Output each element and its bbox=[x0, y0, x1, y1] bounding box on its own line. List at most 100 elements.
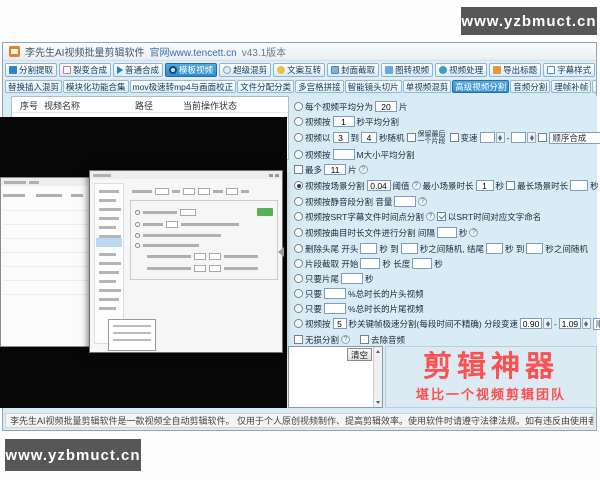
radio-selected[interactable] bbox=[294, 181, 303, 190]
radio[interactable] bbox=[294, 102, 303, 111]
spinner[interactable] bbox=[581, 318, 591, 329]
radio[interactable] bbox=[294, 117, 303, 126]
keep-last-checkbox[interactable] bbox=[406, 133, 416, 142]
mini-input[interactable] bbox=[180, 208, 196, 216]
start-input[interactable] bbox=[360, 258, 381, 269]
scroll-down-icon[interactable] bbox=[376, 401, 380, 404]
close-icon[interactable] bbox=[275, 173, 279, 177]
spinner[interactable] bbox=[495, 132, 505, 143]
radio[interactable] bbox=[294, 304, 303, 313]
pieces-input[interactable] bbox=[375, 101, 398, 112]
speed-checkbox[interactable] bbox=[449, 133, 459, 142]
minimize-icon[interactable] bbox=[269, 173, 273, 177]
mini-input[interactable] bbox=[226, 188, 238, 195]
volume-input[interactable] bbox=[394, 196, 417, 207]
toolbar-split-extract[interactable]: 分割提取 bbox=[5, 63, 58, 77]
toolbar-image-to-video[interactable]: 图转视频 bbox=[381, 63, 434, 77]
min-scene-input[interactable] bbox=[475, 180, 494, 191]
head-to-input[interactable] bbox=[400, 243, 418, 254]
radio[interactable] bbox=[135, 233, 140, 238]
percent-tail-input[interactable] bbox=[324, 303, 347, 314]
tab-module-collection[interactable]: 模块化功能合集 bbox=[63, 80, 129, 93]
toolbar-cover-capture[interactable]: 封面截取 bbox=[327, 63, 380, 77]
speed-min-input[interactable] bbox=[479, 132, 495, 143]
tab-single-video-mix[interactable]: 单视频混剪 bbox=[402, 80, 452, 93]
tab-mov-to-mp4[interactable]: mov极速转mp4与画面校正 bbox=[129, 80, 237, 93]
log-list[interactable]: 清空 bbox=[288, 346, 383, 408]
radio[interactable] bbox=[294, 259, 303, 268]
combine-mode-dropdown[interactable]: 顺序合成 bbox=[592, 317, 600, 330]
combine-mode-dropdown[interactable]: 顺序合成 bbox=[549, 131, 600, 144]
speed-max-input[interactable] bbox=[558, 318, 581, 329]
radio[interactable] bbox=[135, 243, 140, 248]
size-input[interactable] bbox=[332, 149, 355, 160]
mini-input[interactable] bbox=[194, 265, 206, 272]
spinner[interactable] bbox=[543, 318, 553, 329]
srt-name-checkbox-checked[interactable] bbox=[436, 212, 446, 221]
remove-audio-checkbox[interactable] bbox=[360, 335, 370, 344]
scene-threshold-input[interactable] bbox=[366, 180, 391, 191]
radio[interactable] bbox=[294, 212, 303, 221]
percent-head-input[interactable] bbox=[324, 288, 347, 299]
radio[interactable] bbox=[294, 289, 303, 298]
toolbar-fission-compose[interactable]: 裂变合成 bbox=[59, 63, 112, 77]
radio[interactable] bbox=[294, 133, 303, 142]
inner-green-button[interactable] bbox=[257, 208, 273, 216]
radio[interactable] bbox=[294, 150, 303, 159]
tab-lossless-convert[interactable]: 无损转换 bbox=[592, 80, 596, 93]
max-sec-input[interactable] bbox=[361, 132, 378, 143]
tab-smart-shot-slice[interactable]: 智能镜头切片 bbox=[344, 80, 402, 93]
scrollbar[interactable] bbox=[373, 347, 382, 407]
max-scene-checkbox[interactable] bbox=[506, 181, 516, 190]
tab-grid-splice[interactable]: 多宫格拼接 bbox=[295, 80, 344, 93]
spin-down-icon[interactable] bbox=[584, 323, 589, 327]
spinner[interactable] bbox=[527, 132, 537, 143]
toolbar-export-title[interactable]: 导出标题 bbox=[489, 63, 542, 77]
spin-down-icon[interactable] bbox=[529, 137, 534, 141]
radio[interactable] bbox=[294, 319, 303, 328]
radio[interactable] bbox=[294, 197, 303, 206]
radio[interactable] bbox=[294, 274, 303, 283]
spin-down-icon[interactable] bbox=[498, 137, 503, 141]
speed-max-input[interactable] bbox=[511, 132, 527, 143]
radio[interactable] bbox=[294, 228, 303, 237]
clear-button[interactable]: 清空 bbox=[346, 348, 372, 361]
max-pieces-checkbox[interactable] bbox=[294, 165, 303, 174]
tail-to-input[interactable] bbox=[526, 243, 544, 254]
toolbar-template-video[interactable]: 模板视频 bbox=[165, 63, 218, 77]
tail-seconds-input[interactable] bbox=[341, 273, 364, 284]
mini-input[interactable] bbox=[209, 253, 221, 260]
toolbar-normal-compose[interactable]: 普通合成 bbox=[113, 63, 164, 77]
mini-input[interactable] bbox=[183, 188, 195, 195]
toolbar-super-mix[interactable]: 超级混剪 bbox=[219, 63, 272, 77]
tab-frame-interpolation[interactable]: 理帧补帧 bbox=[551, 80, 592, 93]
length-input[interactable] bbox=[412, 258, 433, 269]
radio[interactable] bbox=[135, 209, 140, 215]
mini-input[interactable] bbox=[166, 221, 178, 228]
head-from-input[interactable] bbox=[360, 243, 378, 254]
tab-advanced-video-split[interactable]: 高级视频分割 bbox=[452, 80, 510, 93]
toolbar-subtitle-style[interactable]: 字幕样式 bbox=[543, 63, 596, 77]
radio[interactable] bbox=[135, 222, 140, 227]
tail-from-input[interactable] bbox=[485, 243, 503, 254]
tab-file-classify[interactable]: 文件分配分类 bbox=[237, 80, 295, 93]
mini-input[interactable] bbox=[194, 253, 206, 260]
max-scene-input[interactable] bbox=[570, 180, 589, 191]
max-pieces-input[interactable] bbox=[324, 164, 347, 175]
speed-min-input[interactable] bbox=[520, 318, 543, 329]
inner-sidebar-selected-item[interactable] bbox=[96, 238, 122, 247]
tab-audio-split[interactable]: 音频分割 bbox=[510, 80, 551, 93]
mini-input[interactable] bbox=[155, 188, 169, 195]
keyframe-sec-input[interactable] bbox=[332, 318, 347, 329]
radio[interactable] bbox=[294, 244, 303, 253]
min-sec-input[interactable] bbox=[332, 132, 349, 143]
interval-input[interactable] bbox=[436, 227, 457, 238]
combine-checkbox[interactable] bbox=[538, 133, 548, 142]
tab-replace-insert-mix[interactable]: 替换插入混剪 bbox=[5, 80, 63, 93]
toolbar-copy-convert[interactable]: 文案互转 bbox=[273, 63, 326, 77]
seconds-input[interactable] bbox=[332, 116, 355, 127]
spin-down-icon[interactable] bbox=[545, 323, 550, 327]
mini-input[interactable] bbox=[198, 188, 210, 195]
lossless-checkbox[interactable] bbox=[294, 335, 303, 344]
chevron-left-icon[interactable] bbox=[278, 247, 284, 257]
